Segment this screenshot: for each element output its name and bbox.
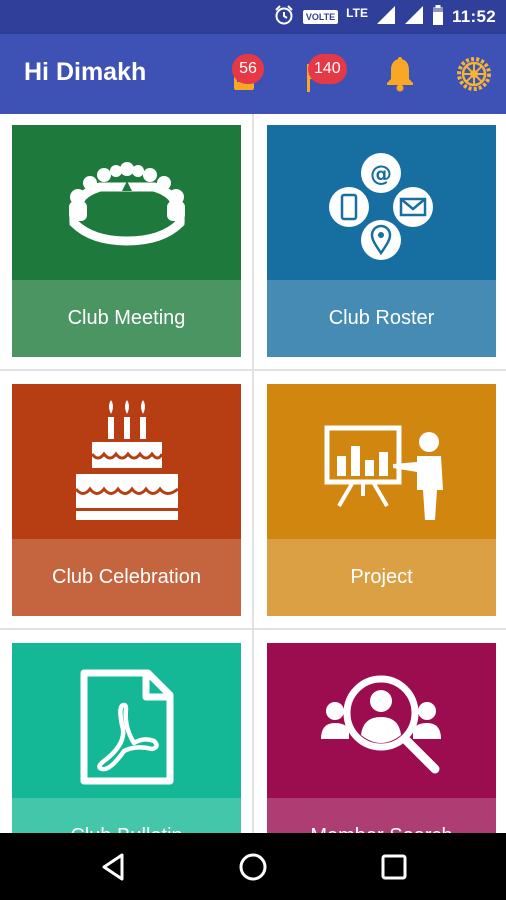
clock-time: 11:52: [451, 7, 496, 26]
recents-button[interactable]: [374, 847, 414, 887]
tile-club-roster[interactable]: @ Club Roster: [267, 125, 496, 357]
tile-label: Club Meeting: [12, 280, 241, 357]
notes-badge: 56: [232, 54, 264, 84]
back-icon: [102, 853, 124, 881]
home-button[interactable]: [233, 847, 273, 887]
tile-club-celebration[interactable]: Club Celebration: [12, 384, 241, 616]
dashboard-grid: Club Meeting @ Club Roster Club Celebrat…: [0, 114, 506, 833]
presentation-icon: [324, 425, 443, 520]
bell-icon: [387, 57, 413, 92]
tile-icon-area: [267, 384, 496, 539]
tile-label: Member Search: [267, 798, 496, 833]
meeting-people-icon: [69, 162, 185, 246]
volte-indicator: VOLTE: [302, 10, 339, 24]
tile-icon-area: [267, 643, 496, 798]
grid-divider: [0, 628, 506, 630]
tile-label: Project: [267, 539, 496, 616]
home-icon: [239, 853, 267, 881]
grid-divider: [0, 369, 506, 371]
grid-divider: [252, 114, 254, 833]
battery-icon: [432, 4, 444, 31]
network-type: LTE: [346, 6, 368, 20]
contact-channels-icon: @: [329, 153, 433, 260]
recents-icon: [381, 854, 407, 880]
tile-icon-area: [12, 125, 241, 280]
tile-member-search[interactable]: Member Search: [267, 643, 496, 833]
svg-text:@: @: [370, 162, 392, 187]
tile-club-meeting[interactable]: Club Meeting: [12, 125, 241, 357]
back-button[interactable]: [94, 847, 134, 887]
status-bar: VOLTE LTE 11:52: [0, 0, 506, 34]
app-bar: Hi Dimakh 56 140: [0, 34, 506, 114]
birthday-cake-icon: [74, 400, 179, 520]
tile-icon-area: [12, 384, 241, 539]
signal-icon: [404, 5, 424, 30]
tile-icon-area: [12, 643, 241, 798]
tile-icon-area: @: [267, 125, 496, 280]
system-nav-bar: [0, 833, 506, 900]
rotary-wheel-icon: [457, 57, 491, 91]
tile-project[interactable]: Project: [267, 384, 496, 616]
member-search-icon: [321, 675, 441, 774]
alarm-icon: [273, 4, 295, 31]
tile-club-bulletin[interactable]: Club Bulletin: [12, 643, 241, 833]
flag-badge: 140: [308, 54, 347, 84]
pdf-document-icon: [80, 669, 174, 785]
signal-icon: [376, 5, 396, 30]
tile-label: Club Roster: [267, 280, 496, 357]
tile-label: Club Bulletin: [12, 798, 241, 833]
greeting-title: Hi Dimakh: [24, 58, 147, 86]
notifications-button[interactable]: [376, 50, 424, 98]
tile-label: Club Celebration: [12, 539, 241, 616]
rotary-button[interactable]: [450, 50, 498, 98]
